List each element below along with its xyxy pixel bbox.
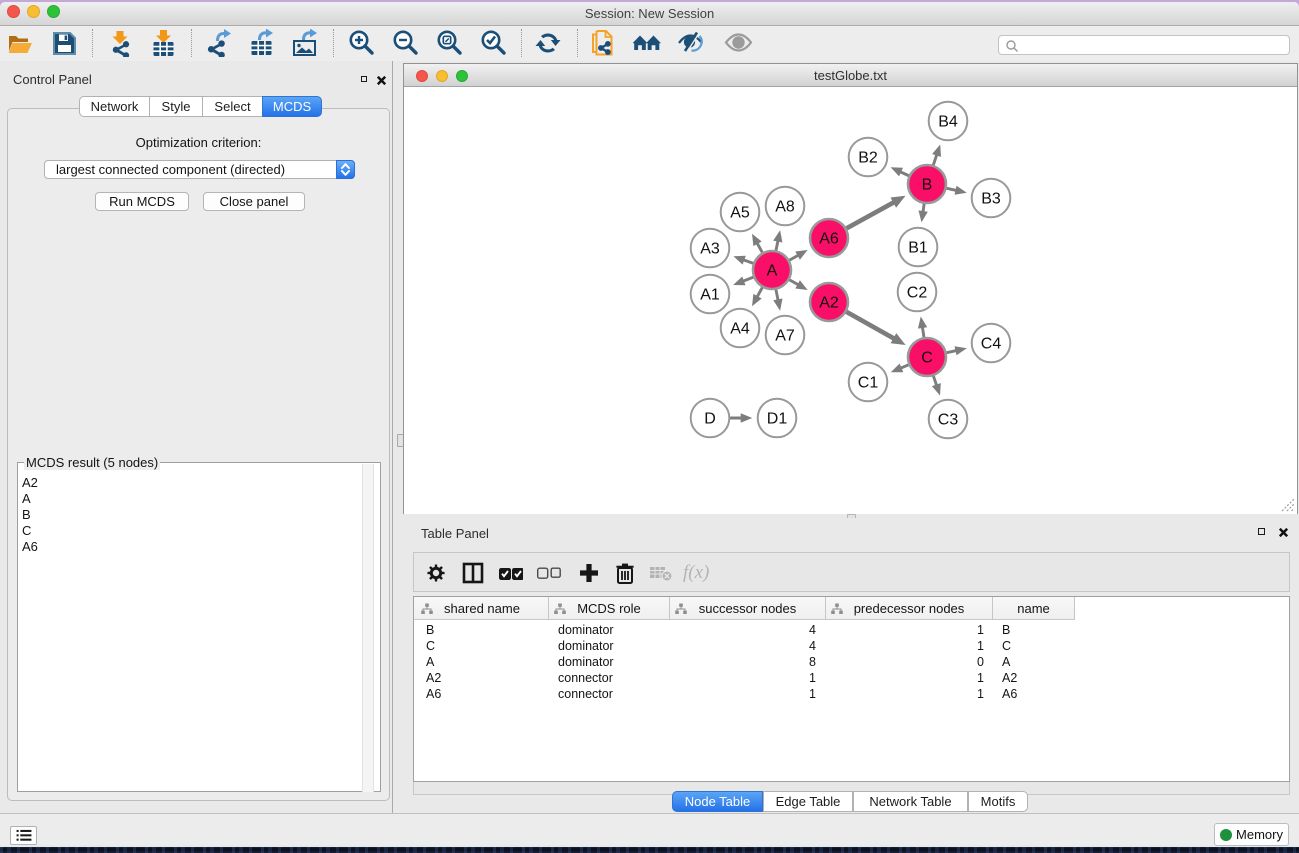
svg-text:C1: C1 [858, 375, 879, 392]
svg-text:C4: C4 [981, 336, 1002, 353]
svg-text:A1: A1 [700, 287, 720, 304]
svg-text:B: B [922, 177, 933, 194]
svg-text:C2: C2 [907, 285, 928, 302]
svg-text:A5: A5 [730, 205, 750, 222]
svg-text:A8: A8 [775, 199, 795, 216]
svg-text:D1: D1 [767, 411, 788, 428]
svg-text:B2: B2 [858, 150, 878, 167]
svg-text:A4: A4 [730, 321, 750, 338]
svg-text:C: C [921, 350, 933, 367]
svg-text:B3: B3 [981, 191, 1001, 208]
svg-text:B1: B1 [908, 240, 928, 257]
svg-text:A: A [767, 263, 778, 280]
svg-text:A6: A6 [819, 231, 839, 248]
svg-text:A3: A3 [700, 241, 720, 258]
svg-text:D: D [704, 411, 716, 428]
svg-text:A2: A2 [819, 295, 839, 312]
svg-text:C3: C3 [938, 412, 959, 429]
svg-text:A7: A7 [775, 328, 795, 345]
svg-text:B4: B4 [938, 114, 958, 131]
